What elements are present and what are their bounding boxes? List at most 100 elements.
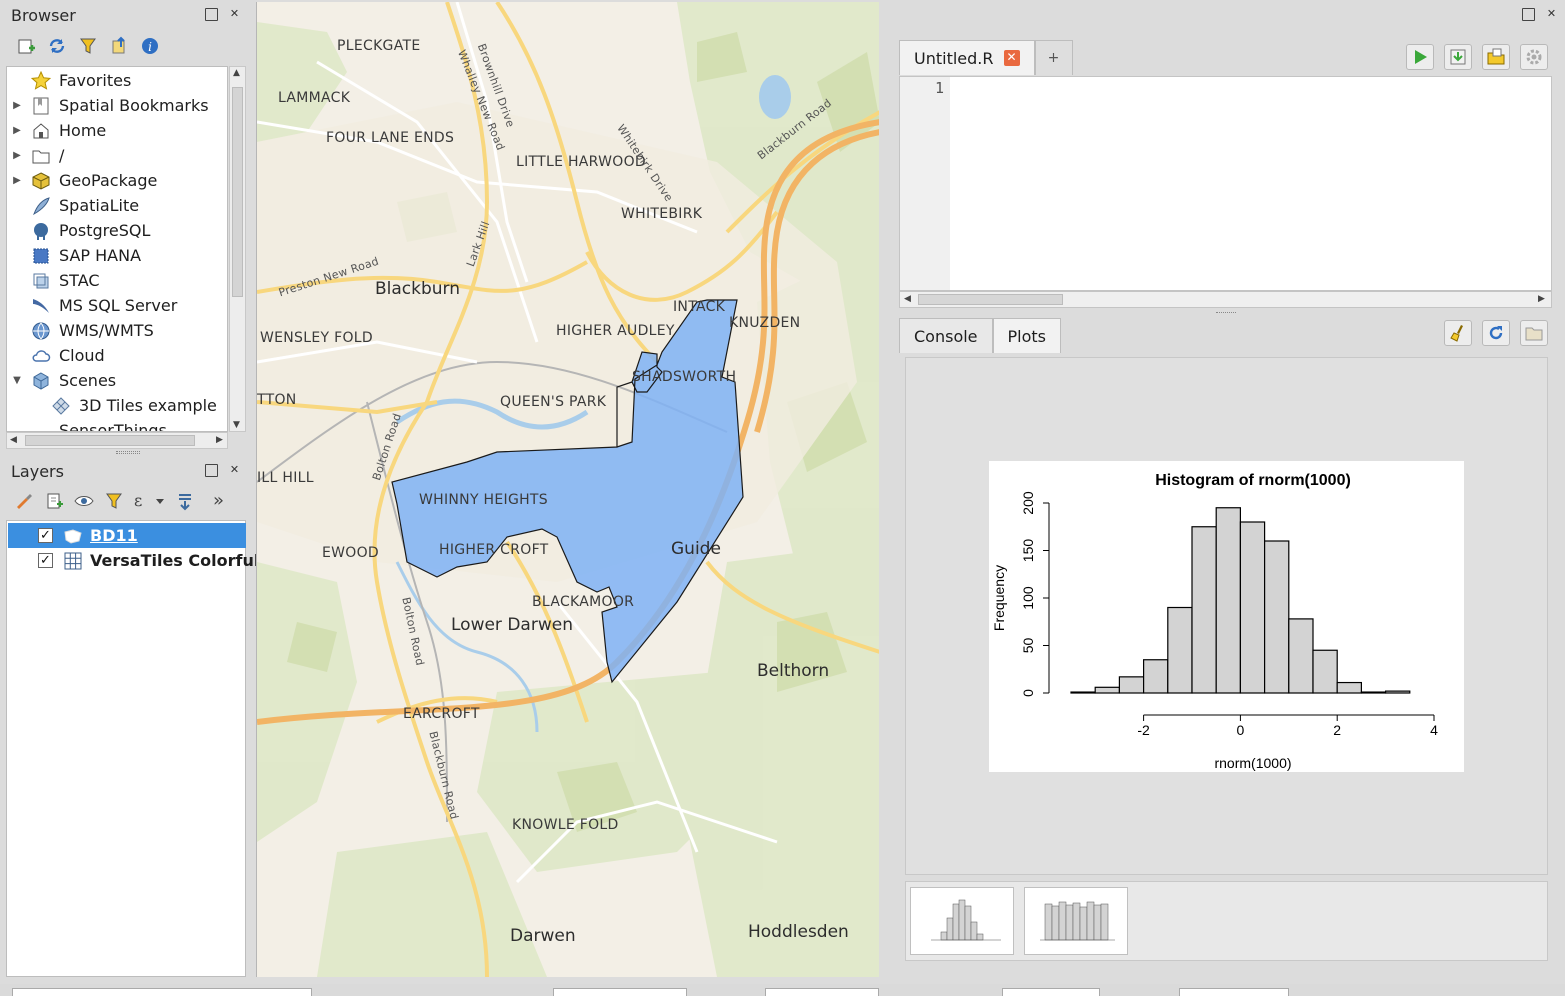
map-place-label: Darwen <box>510 926 576 946</box>
browser-tree[interactable]: Favorites ▶ Spatial Bookmarks ▶ Home ▶ /… <box>6 66 228 432</box>
plot-thumbnail[interactable] <box>1024 887 1128 955</box>
scroll-left-arrow-icon[interactable]: ◀ <box>904 294 911 304</box>
tree-item-root[interactable]: ▶ / <box>7 143 227 168</box>
tree-item-ms-sql-server[interactable]: MS SQL Server <box>7 293 227 318</box>
scrollbar-thumb[interactable] <box>232 87 243 297</box>
close-panel-icon[interactable]: ✕ <box>228 8 241 21</box>
layer-visibility-checkbox[interactable]: ✓ <box>38 528 53 543</box>
tree-item-geopackage[interactable]: ▶ GeoPackage <box>7 168 227 193</box>
layer-item-bd11[interactable]: ✓ BD11 <box>8 523 246 548</box>
filter-legend-icon[interactable] <box>102 489 125 512</box>
expression-filter-icon[interactable]: ε <box>132 489 166 512</box>
close-tab-icon[interactable]: ✕ <box>1003 50 1020 66</box>
tree-item-label: Favorites <box>59 71 132 90</box>
scroll-left-arrow-icon[interactable]: ◀ <box>10 435 17 445</box>
settings-button[interactable] <box>1520 44 1548 70</box>
chart-title: Histogram of rnorm(1000) <box>1155 472 1351 489</box>
plot-thumbnail[interactable] <box>910 887 1014 955</box>
map-place-label: Lower Darwen <box>451 615 573 635</box>
tree-item-stac[interactable]: STAC <box>7 268 227 293</box>
float-panel-icon[interactable] <box>205 8 218 21</box>
expand-arrow[interactable]: ▶ <box>11 125 23 136</box>
scroll-up-arrow-icon[interactable]: ▲ <box>233 68 240 78</box>
gear-icon <box>1526 49 1542 65</box>
tree-item-sensorthings[interactable]: SensorThings <box>7 418 227 431</box>
refresh-plots-button[interactable] <box>1482 320 1510 346</box>
close-panel-icon[interactable]: ✕ <box>228 464 241 477</box>
tree-item-scenes[interactable]: ▼ Scenes <box>7 368 227 393</box>
visibility-eye-icon[interactable] <box>72 489 95 512</box>
editor-horizontal-scrollbar[interactable]: ◀ ▶ <box>899 291 1552 308</box>
coordinate-field[interactable] <box>553 988 687 996</box>
browser-vertical-scrollbar[interactable]: ▲ ▼ <box>229 66 246 432</box>
editor-dock-buttons: ✕ <box>1522 8 1558 21</box>
tree-item-3d-tiles-example[interactable]: 3D Tiles example <box>7 393 227 418</box>
browser-horizontal-scrollbar[interactable]: ◀ ▶ <box>6 432 228 449</box>
style-brush-icon[interactable] <box>12 489 35 512</box>
histogram-bar <box>1288 618 1314 694</box>
panel-splitter[interactable] <box>116 451 140 454</box>
scroll-right-arrow-icon[interactable]: ▶ <box>216 435 223 445</box>
expand-arrow[interactable]: ▶ <box>11 150 23 161</box>
scroll-down-arrow-icon[interactable]: ▼ <box>233 420 240 430</box>
collapse-layers-icon[interactable] <box>173 489 196 512</box>
layers-list[interactable]: ✓ BD11 ✓ VersaTiles Colorful <box>6 520 259 977</box>
run-button[interactable] <box>1406 44 1434 70</box>
save-download-button[interactable] <box>1444 44 1472 70</box>
tree-item-spatial-bookmarks[interactable]: ▶ Spatial Bookmarks <box>7 93 227 118</box>
locate-search-field[interactable] <box>12 988 312 996</box>
map-place-label: KNOWLE FOLD <box>512 817 619 833</box>
tree-item-label: 3D Tiles example <box>79 396 217 415</box>
tree-item-home[interactable]: ▶ Home <box>7 118 227 143</box>
code-editor[interactable]: 1 <box>899 76 1552 291</box>
refresh-icon <box>1489 326 1503 340</box>
tab-untitled-r[interactable]: Untitled.R ✕ <box>899 40 1035 75</box>
tree-item-cloud[interactable]: Cloud <box>7 343 227 368</box>
scroll-right-arrow-icon[interactable]: ▶ <box>1538 294 1545 304</box>
expand-arrow[interactable]: ▶ <box>11 100 23 111</box>
layer-visibility-checkbox[interactable]: ✓ <box>38 553 53 568</box>
tree-item-spatialite[interactable]: SpatiaLite <box>7 193 227 218</box>
open-file-button[interactable] <box>1482 44 1510 70</box>
refresh-icon[interactable] <box>45 34 68 57</box>
new-tab-button[interactable]: + <box>1034 40 1073 75</box>
histogram-bar <box>1360 691 1387 694</box>
scrollbar-thumb[interactable] <box>25 435 195 446</box>
close-panel-icon[interactable]: ✕ <box>1545 8 1558 21</box>
tree-item-favorites[interactable]: Favorites <box>7 68 227 93</box>
editor-splitter[interactable] <box>1216 312 1236 315</box>
rotation-field[interactable] <box>1179 988 1289 996</box>
bookmark-icon <box>31 96 51 116</box>
collapse-arrow[interactable]: ▼ <box>11 375 23 386</box>
add-layer-icon[interactable] <box>14 34 37 57</box>
more-tools-icon[interactable]: » <box>207 489 230 512</box>
filter-icon[interactable] <box>76 34 99 57</box>
histogram-bar <box>1215 507 1241 694</box>
histogram-bar <box>1264 540 1290 694</box>
tab-plots[interactable]: Plots <box>992 318 1062 353</box>
magnifier-field[interactable] <box>1002 988 1100 996</box>
y-tick-label: 150 <box>1020 539 1036 563</box>
scrollbar-thumb[interactable] <box>918 294 1063 305</box>
tab-console[interactable]: Console <box>899 318 993 353</box>
editor-tab-bar: Untitled.R ✕ + <box>899 40 1073 75</box>
expand-arrow[interactable]: ▶ <box>11 175 23 186</box>
tree-item-sap-hana[interactable]: SAP HANA <box>7 243 227 268</box>
histogram-bar <box>1385 690 1411 694</box>
scale-field[interactable] <box>765 988 879 996</box>
plot-thumbnails-strip <box>905 881 1548 961</box>
histogram-bar <box>1143 659 1169 694</box>
float-panel-icon[interactable] <box>205 464 218 477</box>
layer-item-versatiles-colorful[interactable]: ✓ VersaTiles Colorful <box>8 548 259 573</box>
add-group-icon[interactable] <box>42 489 65 512</box>
info-icon[interactable]: i <box>138 34 161 57</box>
clear-plots-button[interactable] <box>1444 320 1472 346</box>
save-plot-button[interactable] <box>1520 320 1548 346</box>
tree-item-postgresql[interactable]: PostgreSQL <box>7 218 227 243</box>
map-canvas[interactable]: PLECKGATE LAMMACK FOUR LANE ENDS LITTLE … <box>256 2 879 977</box>
map-place-label: FOUR LANE ENDS <box>326 130 455 146</box>
spatialite-feather-icon <box>31 196 51 216</box>
float-panel-icon[interactable] <box>1522 8 1535 21</box>
tree-item-wms-wmts[interactable]: WMS/WMTS <box>7 318 227 343</box>
collapse-all-icon[interactable] <box>107 34 130 57</box>
